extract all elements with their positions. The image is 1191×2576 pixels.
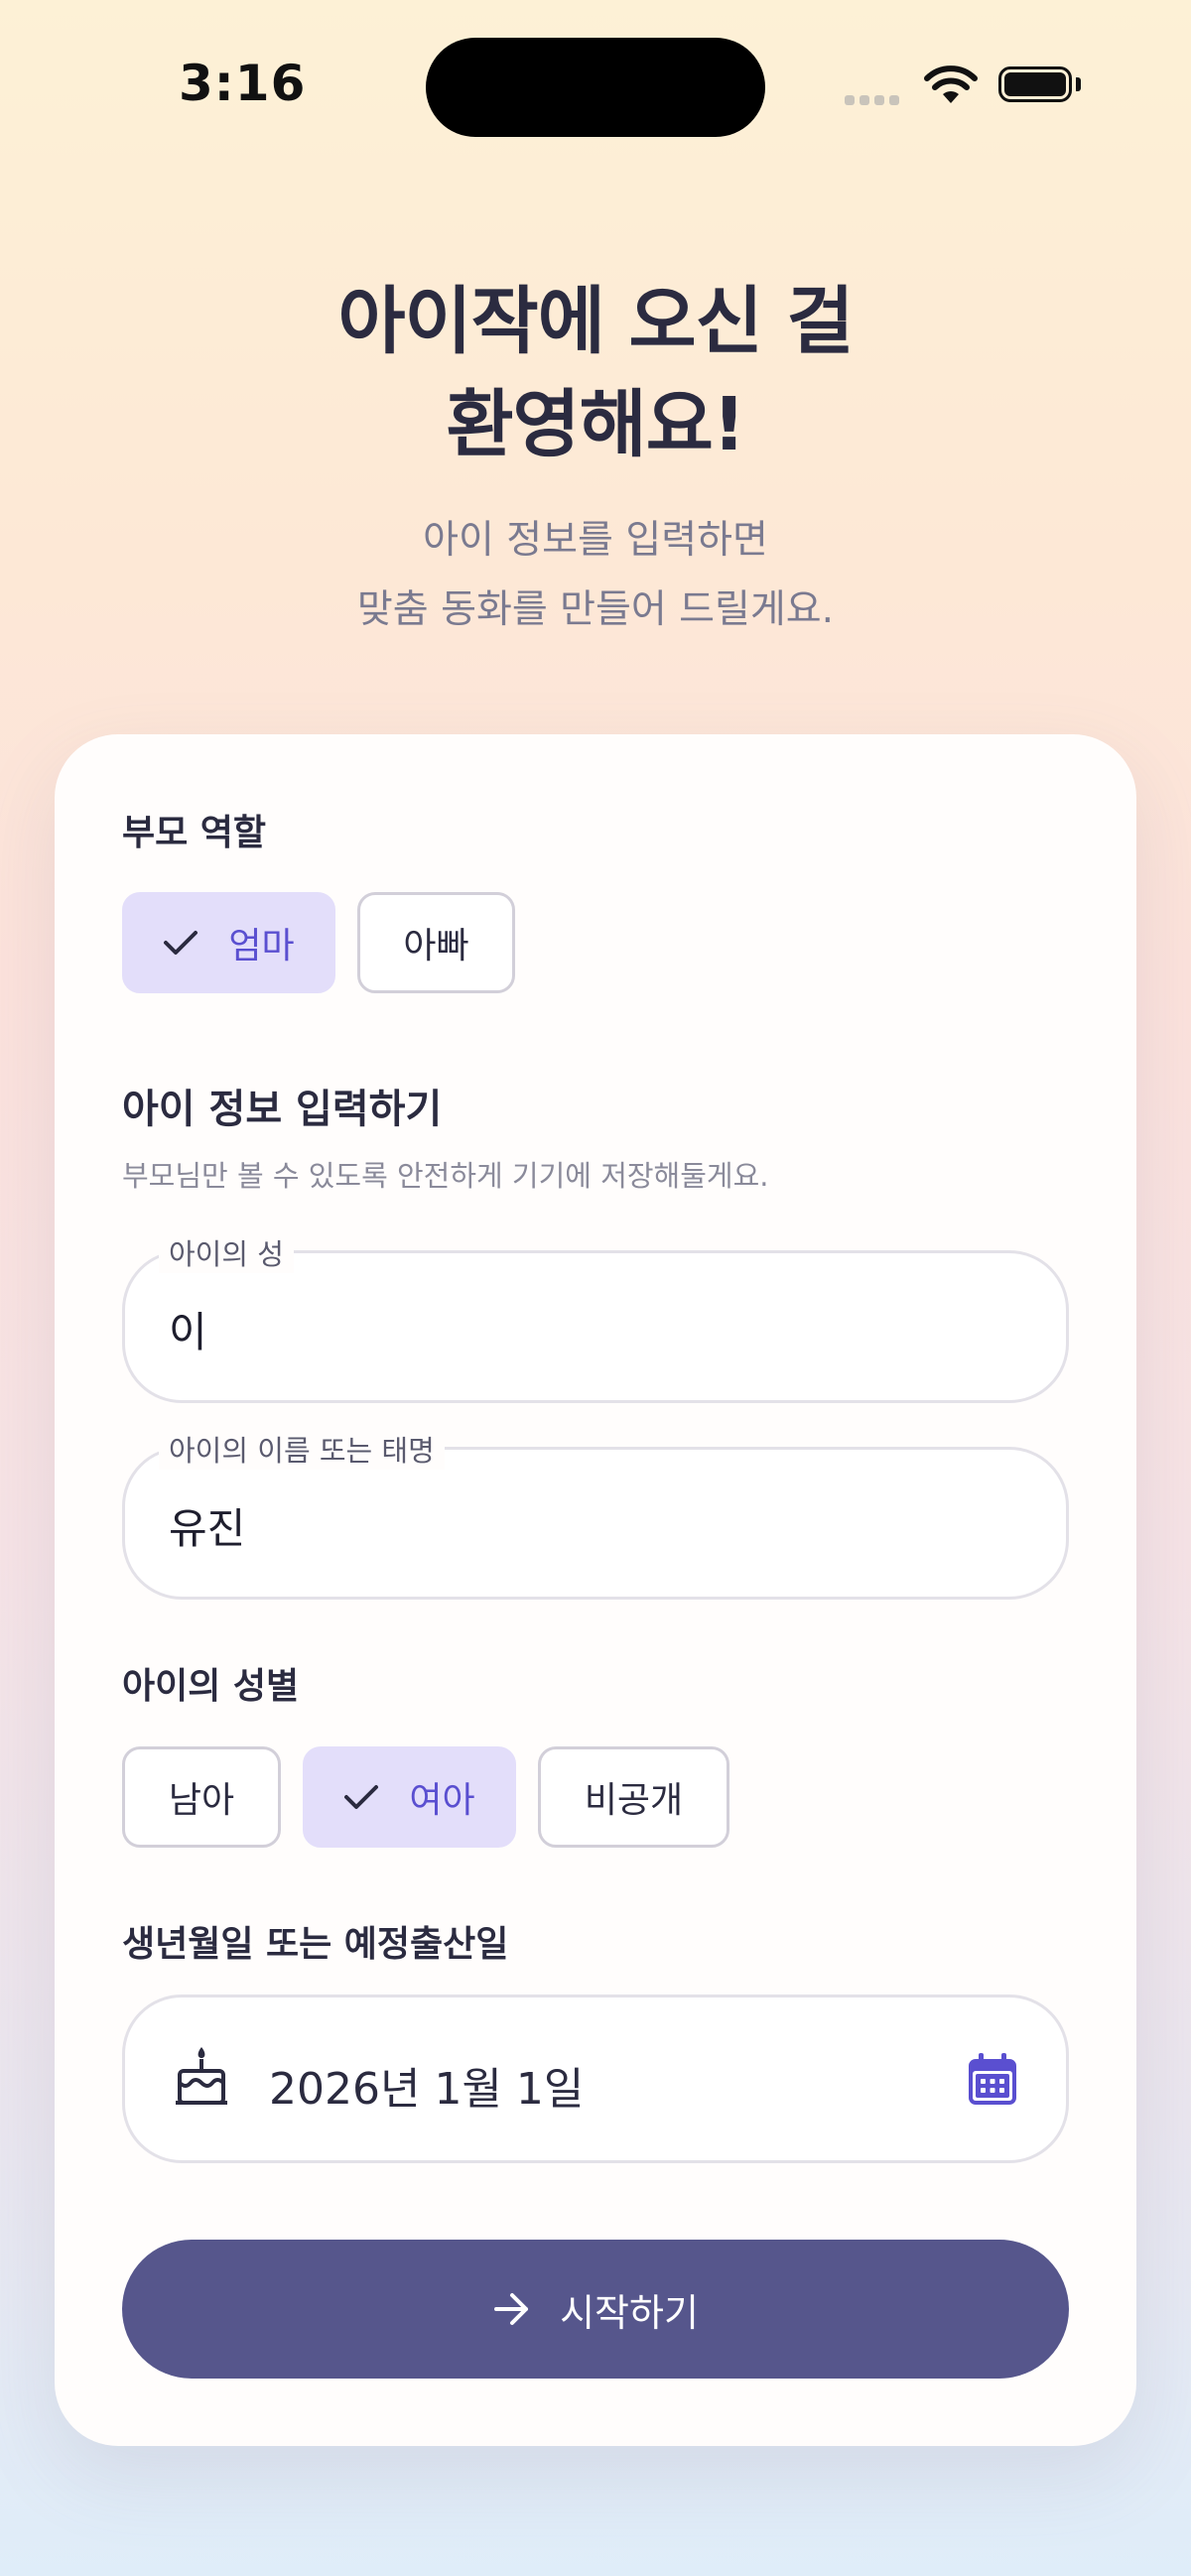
battery-tip — [1076, 77, 1081, 91]
child-info-helper: 부모님만 볼 수 있도록 안전하게 기기에 저장해둘게요. — [122, 1159, 769, 1193]
calendar-icon[interactable] — [967, 2053, 1018, 2111]
gender-option-boy[interactable]: 남아 — [122, 1746, 281, 1848]
chip-label: 여아 — [409, 1780, 475, 1821]
gender-option-girl[interactable]: 여아 — [303, 1746, 516, 1848]
child-info-title: 아이 정보 입력하기 — [122, 1087, 443, 1132]
status-time: 3:16 — [179, 55, 307, 112]
first-name-field[interactable]: 아이의 이름 또는 태명 유진 — [122, 1428, 1069, 1600]
first-name-value[interactable]: 유진 — [169, 1495, 245, 1556]
gender-option-private[interactable]: 비공개 — [538, 1746, 729, 1848]
wifi-icon — [923, 65, 979, 109]
cake-icon — [175, 2045, 228, 2111]
battery-icon — [998, 66, 1072, 102]
gender-label: 아이의 성별 — [122, 1666, 300, 1707]
welcome-subtitle: 아이 정보를 입력하면 맞춤 동화를 만들어 드릴게요. — [356, 518, 835, 632]
first-name-label: 아이의 이름 또는 태명 — [159, 1428, 445, 1470]
chip-label: 엄마 — [228, 926, 295, 966]
chip-label: 남아 — [168, 1780, 235, 1821]
welcome-title: 아이작에 오신 걸 환영해요! — [337, 279, 854, 467]
cellular-signal-icon — [845, 95, 899, 105]
chip-label: 비공개 — [584, 1780, 684, 1821]
onboarding-card: 부모 역할 엄마 아빠 아이 정보 입력하기 부모님만 볼 수 있도록 안전하게… — [55, 734, 1136, 2446]
check-icon — [163, 929, 198, 957]
chip-label: 아빠 — [403, 926, 469, 966]
dynamic-island — [426, 38, 765, 137]
parent-role-option-mom[interactable]: 엄마 — [122, 892, 335, 993]
last-name-value[interactable]: 이 — [169, 1299, 207, 1359]
birth-date-field[interactable]: 2026년 1월 1일 — [122, 1995, 1069, 2163]
last-name-field[interactable]: 아이의 성 이 — [122, 1231, 1069, 1403]
parent-role-label: 부모 역할 — [122, 813, 267, 853]
birth-date-value: 2026년 1월 1일 — [269, 2064, 585, 2115]
birth-date-label: 생년월일 또는 예정출산일 — [122, 1924, 509, 1965]
start-button-label: 시작하기 — [560, 2290, 699, 2335]
check-icon — [343, 1783, 379, 1811]
parent-role-option-dad[interactable]: 아빠 — [357, 892, 515, 993]
last-name-label: 아이의 성 — [159, 1231, 294, 1273]
start-button[interactable]: 시작하기 — [122, 2240, 1069, 2379]
arrow-right-icon — [492, 2291, 532, 2327]
